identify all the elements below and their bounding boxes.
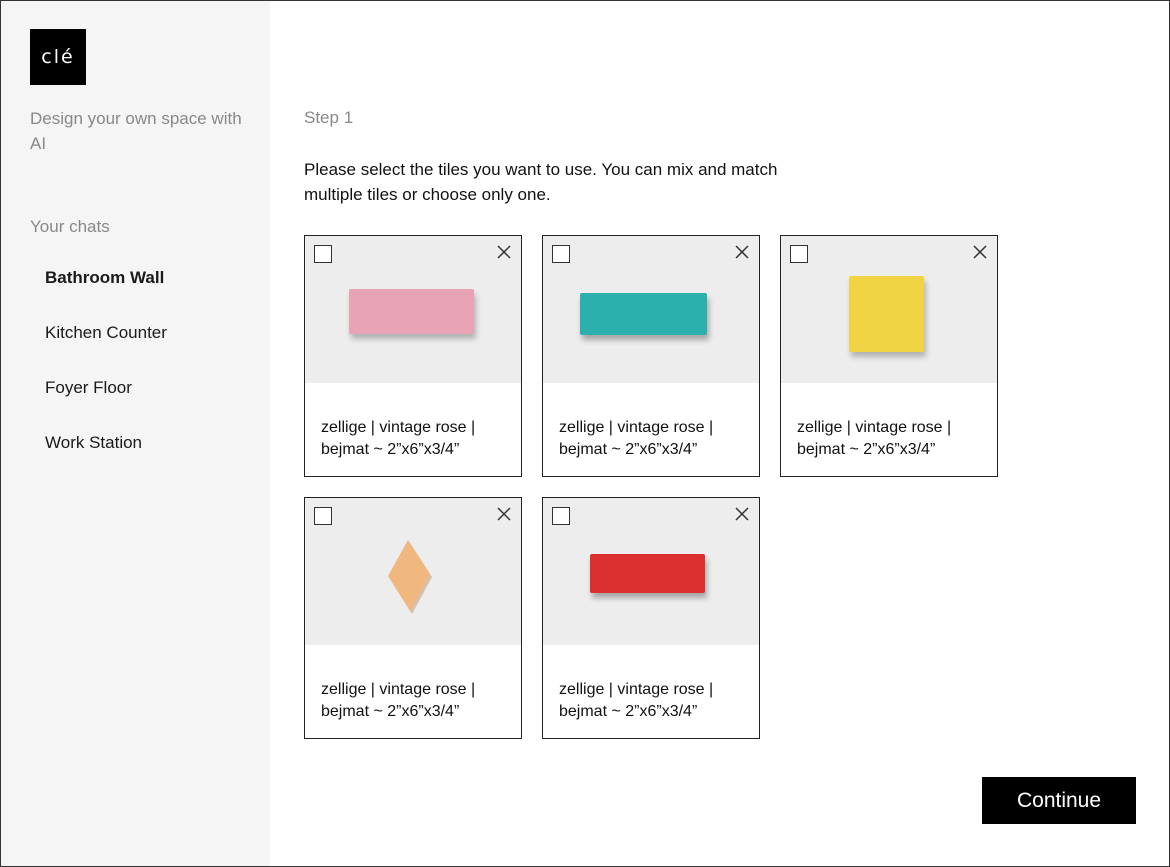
tile-photo <box>543 498 759 645</box>
tile-caption: zellige | vintage rose | bejmat ~ 2”x6”x… <box>321 679 511 723</box>
tile-caption-line1: zellige | vintage rose | <box>321 681 476 698</box>
tile-caption-line1: zellige | vintage rose | <box>559 419 714 436</box>
tile-card[interactable]: zellige | vintage rose | bejmat ~ 2”x6”x… <box>542 235 760 477</box>
tile-photo <box>305 236 521 383</box>
tile-card[interactable]: zellige | vintage rose | bejmat ~ 2”x6”x… <box>780 235 998 477</box>
step-label: Step 1 <box>304 108 354 127</box>
tile-card[interactable]: zellige | vintage rose | bejmat ~ 2”x6”x… <box>304 497 522 739</box>
tile-caption-line1: zellige | vintage rose | <box>559 681 714 698</box>
tile-caption-line2: bejmat ~ 2”x6”x3/4” <box>321 441 460 458</box>
tile-caption-line1: zellige | vintage rose | <box>321 419 476 436</box>
close-icon[interactable] <box>733 505 751 523</box>
tile-image <box>349 289 474 334</box>
tile-caption-line2: bejmat ~ 2”x6”x3/4” <box>559 703 698 720</box>
tile-image <box>388 540 432 614</box>
instructions: Please select the tiles you want to use.… <box>304 160 778 204</box>
tile-card[interactable]: zellige | vintage rose | bejmat ~ 2”x6”x… <box>304 235 522 477</box>
tile-image <box>580 293 707 335</box>
tile-caption: zellige | vintage rose | bejmat ~ 2”x6”x… <box>321 417 511 461</box>
chat-item-bathroom-wall[interactable]: Bathroom Wall <box>45 268 164 288</box>
tagline: Design your own space with AI <box>30 109 242 153</box>
tile-photo <box>781 236 997 383</box>
tile-photo <box>543 236 759 383</box>
chat-item-work-station[interactable]: Work Station <box>45 433 142 453</box>
checkbox-icon[interactable] <box>552 245 570 263</box>
tile-caption-line2: bejmat ~ 2”x6”x3/4” <box>321 703 460 720</box>
tile-caption: zellige | vintage rose | bejmat ~ 2”x6”x… <box>559 417 749 461</box>
close-icon[interactable] <box>971 243 989 261</box>
checkbox-icon[interactable] <box>314 245 332 263</box>
logo[interactable]: clé <box>30 29 86 85</box>
tile-caption: zellige | vintage rose | bejmat ~ 2”x6”x… <box>797 417 987 461</box>
checkbox-icon[interactable] <box>790 245 808 263</box>
tile-photo <box>305 498 521 645</box>
close-icon[interactable] <box>495 243 513 261</box>
checkbox-icon[interactable] <box>314 507 332 525</box>
close-icon[interactable] <box>495 505 513 523</box>
chat-item-foyer-floor[interactable]: Foyer Floor <box>45 378 132 398</box>
close-icon[interactable] <box>733 243 751 261</box>
continue-button[interactable]: Continue <box>982 777 1136 824</box>
tile-card[interactable]: zellige | vintage rose | bejmat ~ 2”x6”x… <box>542 497 760 739</box>
tile-image <box>590 554 705 593</box>
tile-caption-line2: bejmat ~ 2”x6”x3/4” <box>559 441 698 458</box>
tile-image <box>849 276 924 352</box>
tile-caption: zellige | vintage rose | bejmat ~ 2”x6”x… <box>559 679 749 723</box>
chat-item-kitchen-counter[interactable]: Kitchen Counter <box>45 323 167 343</box>
tile-caption-line2: bejmat ~ 2”x6”x3/4” <box>797 441 936 458</box>
chats-heading: Your chats <box>30 217 110 236</box>
checkbox-icon[interactable] <box>552 507 570 525</box>
tile-caption-line1: zellige | vintage rose | <box>797 419 952 436</box>
sidebar: clé Design your own space with AI Your c… <box>1 1 270 866</box>
